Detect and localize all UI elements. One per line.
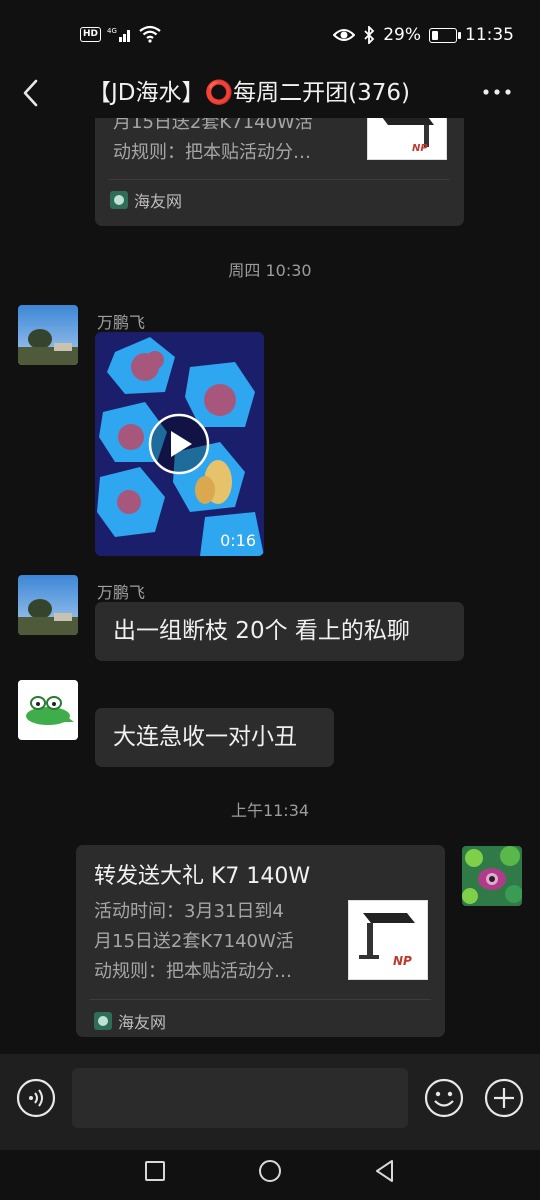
square-icon bbox=[145, 1161, 165, 1181]
thumb-brand: NP bbox=[412, 143, 428, 154]
card-desc-line: 动规则：把本贴活动分… bbox=[113, 142, 311, 163]
timestamp: 上午11:34 bbox=[230, 801, 310, 820]
chat-header: 【JD海水】⭕每周二开团(376) bbox=[0, 68, 540, 118]
back-button[interactable] bbox=[16, 68, 46, 118]
battery-icon bbox=[429, 27, 461, 43]
text-bubble[interactable]: 出一组断枝 20个 看上的私聊 bbox=[95, 602, 464, 661]
plus-icon bbox=[484, 1078, 524, 1118]
system-nav-bar bbox=[0, 1150, 540, 1200]
emoji-icon bbox=[424, 1078, 464, 1118]
card-desc-line: 月15日送2套K7140W活 bbox=[94, 931, 294, 952]
voice-icon bbox=[16, 1078, 56, 1118]
link-card-top[interactable]: 月15日送2套K7140W活 动规则：把本贴活动分… NP 海友网 bbox=[95, 118, 464, 226]
avatar[interactable] bbox=[18, 575, 78, 635]
chat-area[interactable]: 月15日送2套K7140W活 动规则：把本贴活动分… NP 海友网 周四 10:… bbox=[0, 118, 540, 1054]
card-title: 转发送大礼 K7 140W bbox=[94, 864, 311, 889]
input-bar bbox=[0, 1054, 540, 1150]
link-card-own[interactable]: 转发送大礼 K7 140W 活动时间：3月31日到4 月15日送2套K7140W… bbox=[76, 845, 445, 1037]
more-dots-icon bbox=[483, 89, 511, 95]
card-divider bbox=[90, 999, 431, 1000]
thumb-brand: NP bbox=[393, 954, 412, 968]
card-source-label: 海友网 bbox=[118, 1013, 167, 1032]
light-fixture-image: NP bbox=[382, 118, 434, 154]
chevron-left-icon bbox=[23, 79, 38, 107]
sender-name: 万鹏飞 bbox=[97, 313, 146, 332]
card-divider bbox=[109, 179, 450, 180]
wifi-icon bbox=[139, 25, 161, 43]
video-message[interactable]: 0:16 bbox=[95, 332, 264, 556]
bluetooth-icon bbox=[364, 26, 375, 44]
clock: 11:35 bbox=[465, 25, 514, 45]
emoji-button[interactable] bbox=[424, 1078, 464, 1118]
hd-badge: HD bbox=[80, 26, 102, 42]
source-logo-icon bbox=[110, 191, 128, 209]
avatar[interactable] bbox=[18, 305, 78, 365]
home-button[interactable] bbox=[255, 1156, 285, 1186]
voice-button[interactable] bbox=[16, 1078, 56, 1118]
avatar[interactable] bbox=[18, 680, 78, 740]
signal-icon: 4G bbox=[107, 27, 131, 42]
recents-button[interactable] bbox=[140, 1156, 170, 1186]
card-source: 海友网 bbox=[94, 1009, 166, 1033]
add-button[interactable] bbox=[484, 1078, 524, 1118]
battery-fill bbox=[432, 30, 438, 40]
message-text: 出一组断枝 20个 看上的私聊 bbox=[113, 618, 410, 644]
avatar-image bbox=[18, 305, 78, 365]
card-thumbnail: NP bbox=[348, 900, 428, 980]
more-button[interactable] bbox=[482, 82, 512, 102]
network-indicators: HD 4G bbox=[80, 22, 161, 46]
message-text: 大连急收一对小丑 bbox=[113, 724, 297, 750]
video-thumbnail bbox=[95, 332, 264, 556]
status-right: 29% 11:35 bbox=[333, 22, 514, 48]
battery-percent: 29% bbox=[383, 25, 421, 45]
card-source-label: 海友网 bbox=[134, 192, 183, 211]
svg-text:4G: 4G bbox=[107, 27, 117, 35]
coral-avatar-image bbox=[462, 846, 522, 906]
status-bar: HD 4G 29% 11:35 bbox=[0, 0, 540, 68]
my-avatar[interactable] bbox=[462, 846, 522, 906]
eye-icon bbox=[333, 29, 356, 41]
card-thumbnail: NP bbox=[367, 118, 447, 160]
avatar-image bbox=[18, 575, 78, 635]
sender-name: 万鹏飞 bbox=[97, 583, 146, 602]
text-bubble[interactable]: 大连急收一对小丑 bbox=[95, 708, 334, 767]
message-input[interactable] bbox=[72, 1068, 408, 1128]
chat-title: 【JD海水】⭕每周二开团(376) bbox=[88, 80, 410, 106]
circle-icon bbox=[259, 1160, 281, 1182]
back-nav-button[interactable] bbox=[370, 1156, 400, 1186]
card-source: 海友网 bbox=[110, 188, 182, 212]
source-logo-icon bbox=[94, 1012, 112, 1030]
card-desc-line: 动规则：把本贴活动分… bbox=[94, 961, 292, 982]
frog-avatar-image bbox=[18, 680, 78, 740]
light-fixture-image: NP bbox=[359, 913, 415, 968]
card-desc-line: 月15日送2套K7140W活 bbox=[113, 118, 313, 133]
timestamp: 周四 10:30 bbox=[228, 261, 312, 280]
video-duration: 0:16 bbox=[220, 531, 256, 550]
triangle-back-icon bbox=[376, 1160, 393, 1182]
card-desc-line: 活动时间：3月31日到4 bbox=[94, 901, 284, 922]
